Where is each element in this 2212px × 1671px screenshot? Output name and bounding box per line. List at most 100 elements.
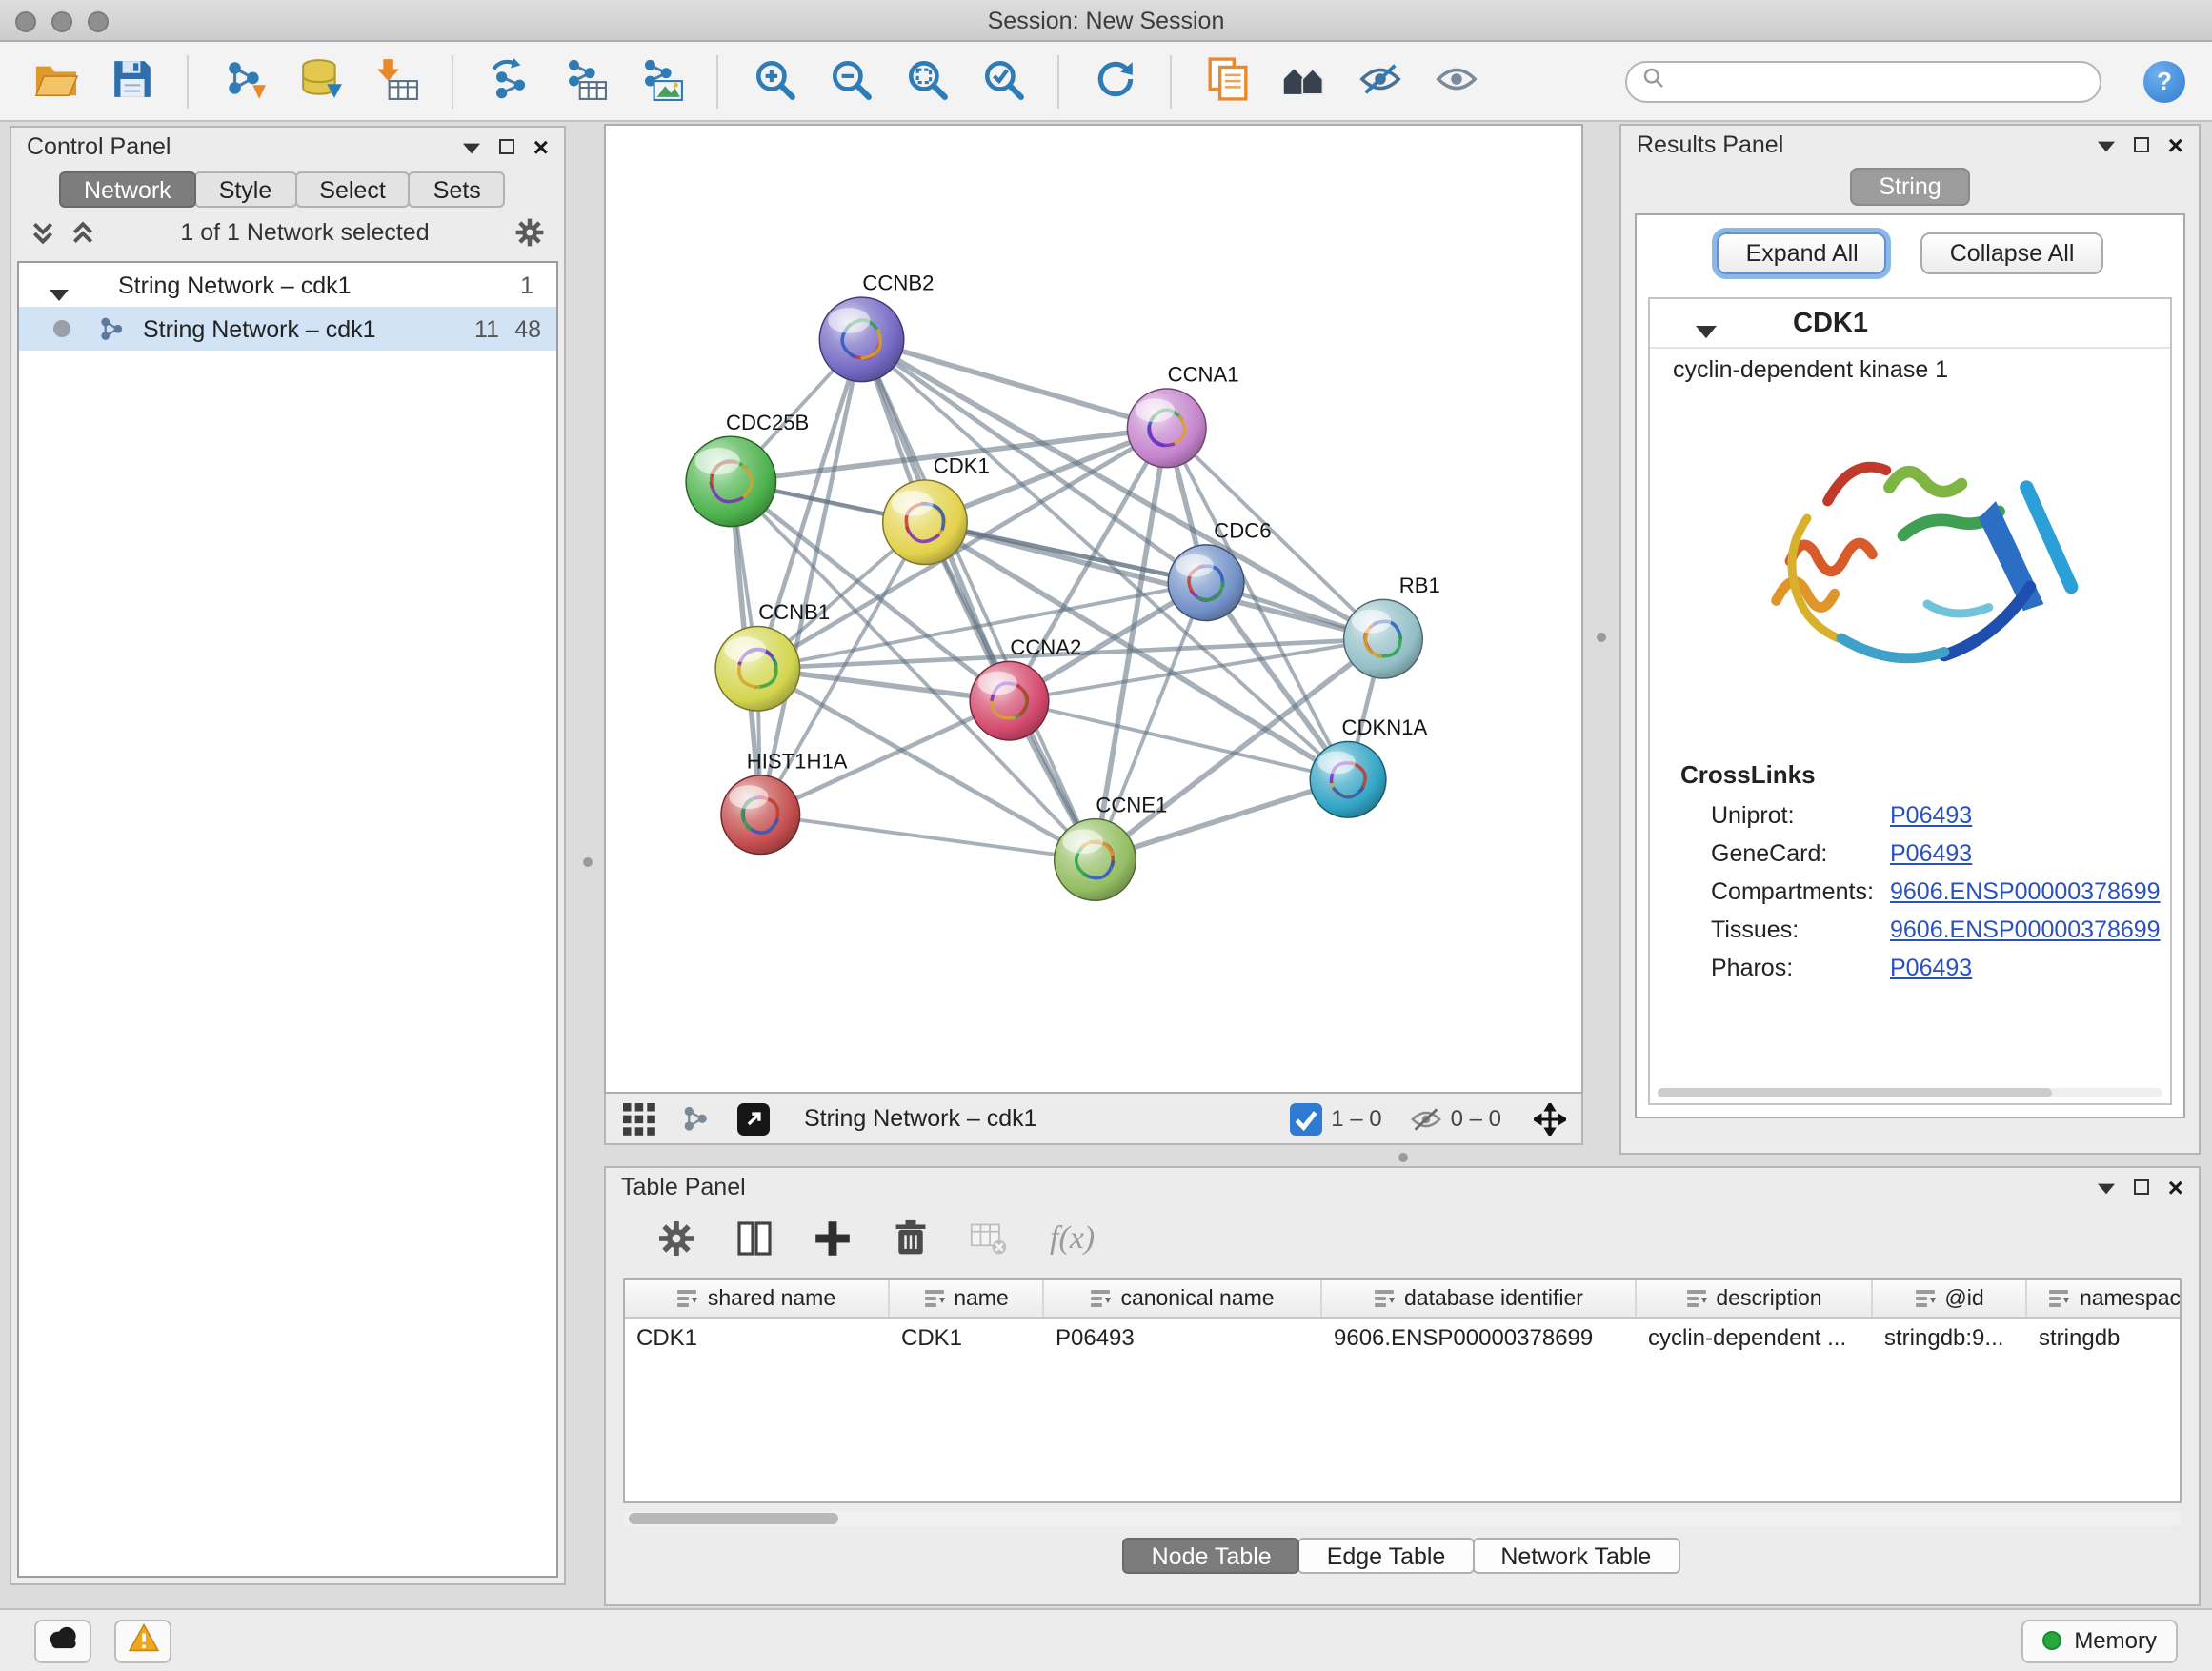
memory-button[interactable]: Memory bbox=[2021, 1619, 2178, 1662]
function-builder-button[interactable]: f(x) bbox=[1050, 1219, 1095, 1258]
crosslink-value-link[interactable]: P06493 bbox=[1890, 802, 1972, 829]
close-panel-icon[interactable]: × bbox=[2168, 1174, 2183, 1200]
help-button[interactable]: ? bbox=[2143, 60, 2185, 102]
expand-all-networks-icon[interactable] bbox=[70, 220, 95, 245]
crosslink-value-link[interactable]: P06493 bbox=[1890, 840, 1972, 867]
network-node-CDKN1A[interactable]: CDKN1A bbox=[1310, 715, 1427, 817]
disclosure-triangle-icon[interactable] bbox=[50, 279, 69, 291]
network-node-CCNB1[interactable]: CCNB1 bbox=[715, 600, 830, 711]
float-panel-icon[interactable] bbox=[463, 133, 480, 160]
column-header-shared-name[interactable]: shared name bbox=[625, 1280, 890, 1317]
tab-style[interactable]: Style bbox=[194, 171, 297, 208]
warnings-button[interactable] bbox=[114, 1619, 171, 1662]
refresh-button[interactable] bbox=[1086, 52, 1143, 110]
toggle-graphics-details-button[interactable] bbox=[1351, 52, 1408, 110]
table-options-gear-icon[interactable] bbox=[652, 1214, 701, 1263]
table-horizontal-scrollbar[interactable] bbox=[623, 1511, 2182, 1526]
collapse-all-button[interactable]: Collapse All bbox=[1921, 232, 2103, 274]
copy-button[interactable] bbox=[1198, 52, 1256, 110]
float-panel-icon[interactable] bbox=[2098, 1174, 2115, 1200]
network-node-HIST1H1A[interactable]: HIST1H1A bbox=[721, 750, 848, 855]
network-node-CCNB2[interactable]: CCNB2 bbox=[819, 272, 934, 382]
vertical-splitter-handle[interactable] bbox=[583, 857, 593, 867]
close-panel-icon[interactable]: × bbox=[2168, 131, 2183, 158]
open-file-button[interactable] bbox=[27, 52, 84, 110]
import-network-file-button[interactable] bbox=[215, 52, 272, 110]
column-header-canonical-name[interactable]: canonical name bbox=[1044, 1280, 1322, 1317]
horizontal-splitter-handle[interactable] bbox=[1398, 1153, 1408, 1162]
detach-view-icon[interactable] bbox=[735, 1101, 770, 1136]
tab-sets[interactable]: Sets bbox=[409, 171, 506, 208]
zoom-out-button[interactable] bbox=[821, 52, 878, 110]
network-edge-CCNB2-CCNA1[interactable] bbox=[862, 339, 1167, 428]
new-network-button[interactable] bbox=[480, 52, 537, 110]
maximize-panel-icon[interactable] bbox=[2134, 137, 2149, 152]
network-node-RB1[interactable]: RB1 bbox=[1344, 574, 1440, 678]
network-canvas[interactable]: CCNB2CCNA1CDC25BCDK1CDC6RB1CCNB1CCNA2CDK… bbox=[604, 124, 1583, 1094]
import-table-file-button[interactable] bbox=[368, 52, 425, 110]
results-scrollbar[interactable] bbox=[1658, 1088, 2162, 1097]
maximize-panel-icon[interactable] bbox=[499, 139, 514, 154]
network-edge-CDK1-RB1[interactable] bbox=[925, 522, 1383, 639]
column-header-description[interactable]: description bbox=[1637, 1280, 1873, 1317]
node-table: shared namenamecanonical namedatabase id… bbox=[623, 1278, 2182, 1503]
network-edge-HIST1H1A-CCNE1[interactable] bbox=[760, 815, 1095, 859]
grid-view-icon[interactable] bbox=[621, 1101, 655, 1136]
home-button[interactable] bbox=[1275, 52, 1332, 110]
close-panel-icon[interactable]: × bbox=[533, 133, 549, 160]
tab-string[interactable]: String bbox=[1850, 168, 1969, 206]
close-window-button[interactable] bbox=[15, 10, 36, 31]
add-column-icon[interactable] bbox=[808, 1214, 857, 1263]
crosslink-value-link[interactable]: P06493 bbox=[1890, 955, 1972, 981]
tab-select[interactable]: Select bbox=[294, 171, 411, 208]
minimize-window-button[interactable] bbox=[51, 10, 72, 31]
new-table-button[interactable] bbox=[556, 52, 613, 110]
float-panel-icon[interactable] bbox=[2098, 131, 2115, 158]
tab-network[interactable]: Network bbox=[59, 171, 196, 208]
network-row-selected[interactable]: String Network – cdk1 11 48 bbox=[19, 307, 556, 351]
tab-network-table[interactable]: Network Table bbox=[1472, 1538, 1679, 1574]
crosslink-value-link[interactable]: 9606.ENSP00000378699 bbox=[1890, 878, 2161, 905]
gene-section-header[interactable]: CDK1 bbox=[1650, 299, 2170, 349]
network-edge-CCNB2-CCNE1[interactable] bbox=[862, 339, 1096, 859]
control-panel: Control Panel × Network Style Select Set… bbox=[10, 126, 566, 1585]
disclosure-triangle-icon[interactable] bbox=[1696, 316, 1717, 330]
export-image-button[interactable] bbox=[633, 52, 690, 110]
zoom-window-button[interactable] bbox=[88, 10, 109, 31]
zoom-selected-button[interactable] bbox=[974, 52, 1031, 110]
search-input[interactable] bbox=[1675, 68, 2084, 94]
maximize-panel-icon[interactable] bbox=[2134, 1179, 2149, 1195]
column-header--id[interactable]: @id bbox=[1873, 1280, 2027, 1317]
zoom-fit-button[interactable] bbox=[897, 52, 955, 110]
selected-checkbox-icon[interactable] bbox=[1289, 1101, 1323, 1136]
scrollbar-thumb[interactable] bbox=[629, 1513, 838, 1524]
column-header-name[interactable]: name bbox=[890, 1280, 1044, 1317]
network-collection-row[interactable]: String Network – cdk1 1 bbox=[19, 263, 556, 307]
column-header-namespac[interactable]: namespac bbox=[2027, 1280, 2182, 1317]
expand-all-button[interactable]: Expand All bbox=[1718, 232, 1887, 274]
network-node-CCNA1[interactable]: CCNA1 bbox=[1127, 363, 1238, 468]
table-row[interactable]: CDK1CDK1P064939606.ENSP00000378699cyclin… bbox=[625, 1319, 2180, 1357]
zoom-in-button[interactable] bbox=[745, 52, 802, 110]
delete-column-icon[interactable] bbox=[886, 1214, 935, 1263]
vertical-splitter-handle[interactable] bbox=[1597, 633, 1606, 642]
column-header-database-identifier[interactable]: database identifier bbox=[1322, 1280, 1637, 1317]
tab-edge-table[interactable]: Edge Table bbox=[1298, 1538, 1475, 1574]
search-box[interactable] bbox=[1625, 60, 2101, 102]
hidden-eye-slash-icon[interactable] bbox=[1409, 1101, 1443, 1136]
network-list-icon[interactable] bbox=[678, 1101, 713, 1136]
collapse-all-networks-icon[interactable] bbox=[30, 220, 55, 245]
network-graph[interactable]: CCNB2CCNA1CDC25BCDK1CDC6RB1CCNB1CCNA2CDK… bbox=[606, 126, 1581, 1092]
cloud-button[interactable] bbox=[34, 1619, 91, 1662]
show-columns-icon[interactable] bbox=[730, 1214, 779, 1263]
birds-eye-view-icon[interactable] bbox=[1532, 1101, 1566, 1136]
crosslink-value-link[interactable]: 9606.ENSP00000378699 bbox=[1890, 916, 2161, 943]
network-options-gear-icon[interactable] bbox=[514, 217, 545, 248]
import-network-database-button[interactable] bbox=[292, 52, 349, 110]
save-session-button[interactable] bbox=[103, 52, 160, 110]
selected-count: 1 – 0 bbox=[1331, 1105, 1381, 1132]
network-node-CDC25B[interactable]: CDC25B bbox=[686, 411, 809, 527]
network-node-CDK1[interactable]: CDK1 bbox=[883, 454, 990, 565]
show-view-button[interactable] bbox=[1427, 52, 1484, 110]
tab-node-table[interactable]: Node Table bbox=[1123, 1538, 1300, 1574]
